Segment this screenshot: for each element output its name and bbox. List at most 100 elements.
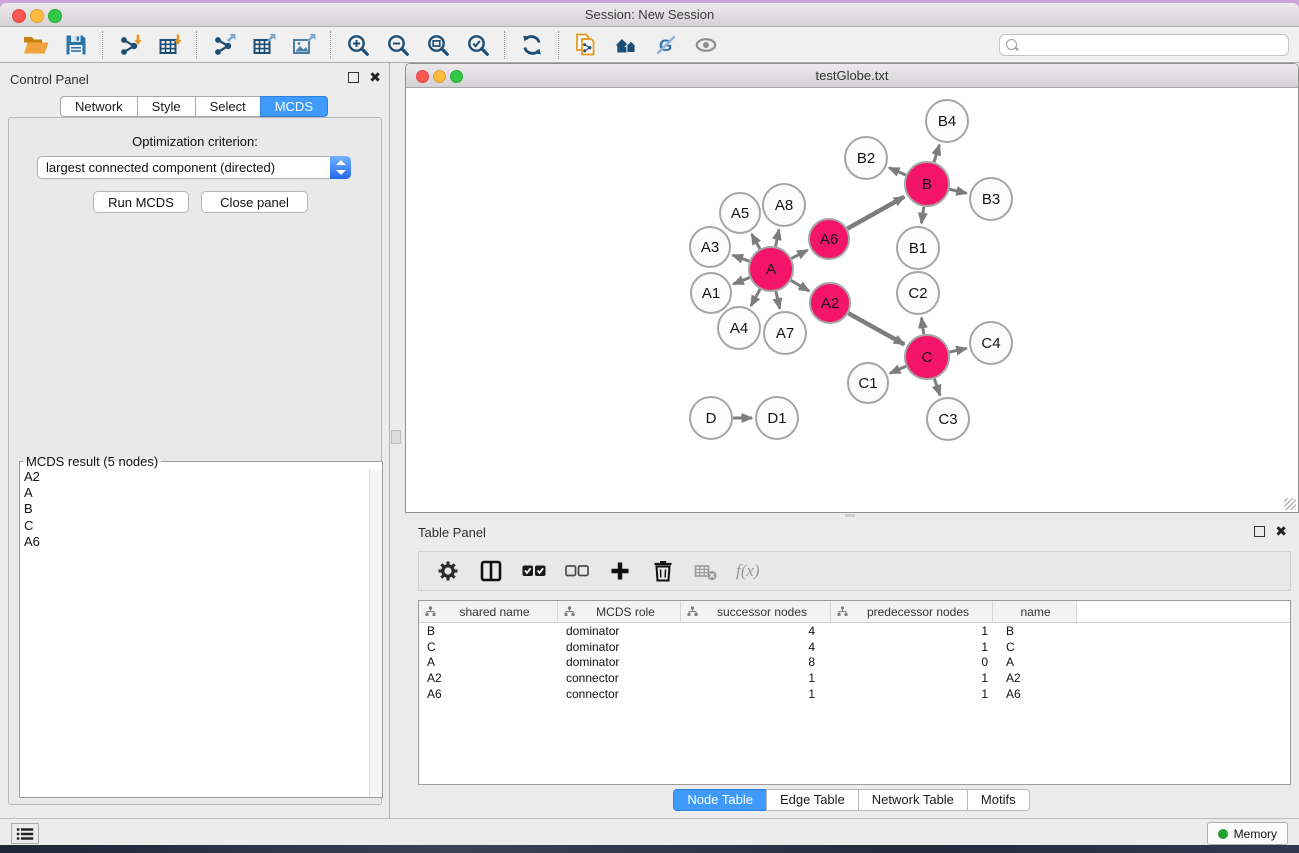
network-canvas[interactable]: AA6A2BCB4B2B3B1A5A8A3A1A4A7C2C4C1C3DD1 (406, 88, 1298, 512)
node-A2[interactable]: A2 (810, 283, 850, 323)
cell-predecessor-nodes[interactable]: 1 (831, 640, 993, 654)
mcds-result-list[interactable]: A2ABCA6 (20, 469, 382, 797)
edge-A-A8[interactable] (776, 229, 779, 246)
close-table-panel-icon[interactable]: ✖ (1275, 525, 1287, 537)
cell-name[interactable]: A2 (993, 671, 1077, 685)
cell-successor-nodes[interactable]: 1 (681, 671, 831, 685)
result-item[interactable]: A6 (20, 534, 382, 550)
edge-A6-B[interactable] (847, 197, 904, 229)
cell-shared-name[interactable]: C (419, 640, 558, 654)
export-network-icon[interactable] (208, 31, 240, 59)
node-B3[interactable]: B3 (970, 178, 1012, 220)
eye-icon[interactable] (690, 31, 722, 59)
cell-MCDS-role[interactable]: dominator (558, 624, 681, 638)
table-row[interactable]: Bdominator41B (419, 623, 1290, 639)
import-table-icon[interactable] (154, 31, 186, 59)
float-table-panel-icon[interactable] (1254, 526, 1265, 537)
tab-mcds[interactable]: MCDS (260, 96, 328, 117)
node-D[interactable]: D (690, 397, 732, 439)
window-resize-grip[interactable] (1284, 498, 1296, 510)
node-B2[interactable]: B2 (845, 137, 887, 179)
edge-C-C2[interactable] (921, 318, 923, 334)
edge-B-B1[interactable] (921, 207, 923, 223)
result-scrollbar[interactable] (369, 469, 382, 797)
open-file-icon[interactable] (20, 31, 52, 59)
result-item[interactable]: A (20, 485, 382, 501)
node-A3[interactable]: A3 (690, 227, 730, 267)
tab-select[interactable]: Select (195, 96, 261, 117)
run-mcds-button[interactable]: Run MCDS (93, 191, 189, 213)
node-table[interactable]: shared nameMCDS rolesuccessor nodesprede… (418, 600, 1291, 785)
node-A7[interactable]: A7 (764, 312, 806, 354)
cell-MCDS-role[interactable]: dominator (558, 655, 681, 669)
close-panel-button[interactable]: Close panel (201, 191, 308, 213)
node-A4[interactable]: A4 (718, 307, 760, 349)
edge-B-B3[interactable] (949, 189, 966, 193)
tab-motifs[interactable]: Motifs (967, 789, 1030, 811)
node-C3[interactable]: C3 (927, 398, 969, 440)
table-row[interactable]: A2connector11A2 (419, 670, 1290, 686)
edge-C-C1[interactable] (890, 366, 906, 373)
edge-B-B2[interactable] (889, 168, 906, 175)
task-history-button[interactable] (11, 823, 39, 844)
cell-successor-nodes[interactable]: 4 (681, 640, 831, 654)
edge-B-B4[interactable] (934, 145, 939, 162)
column-header-shared-name[interactable]: shared name (419, 601, 558, 622)
cell-successor-nodes[interactable]: 1 (681, 687, 831, 701)
node-C1[interactable]: C1 (848, 363, 888, 403)
cell-predecessor-nodes[interactable]: 0 (831, 655, 993, 669)
home-icon[interactable] (610, 31, 642, 59)
split-divider-grip[interactable] (391, 430, 401, 444)
column-header-name[interactable]: name (993, 601, 1077, 622)
node-A5[interactable]: A5 (720, 193, 760, 233)
edge-A-A1[interactable] (733, 278, 749, 285)
export-table-icon[interactable] (248, 31, 280, 59)
cell-name[interactable]: C (993, 640, 1077, 654)
tab-network[interactable]: Network (60, 96, 138, 117)
cell-shared-name[interactable]: B (419, 624, 558, 638)
edge-C-C3[interactable] (934, 379, 940, 396)
node-A8[interactable]: A8 (763, 184, 805, 226)
node-B4[interactable]: B4 (926, 100, 968, 142)
cell-predecessor-nodes[interactable]: 1 (831, 624, 993, 638)
cell-MCDS-role[interactable]: connector (558, 687, 681, 701)
duplicate-network-icon[interactable] (570, 31, 602, 59)
node-B[interactable]: B (905, 162, 949, 206)
cell-shared-name[interactable]: A6 (419, 687, 558, 701)
deselect-all-icon[interactable] (564, 558, 590, 584)
cell-successor-nodes[interactable]: 4 (681, 624, 831, 638)
cell-name[interactable]: A (993, 655, 1077, 669)
cell-successor-nodes[interactable]: 8 (681, 655, 831, 669)
edge-A-A2[interactable] (791, 280, 809, 291)
node-D1[interactable]: D1 (756, 397, 798, 439)
tab-node-table[interactable]: Node Table (673, 789, 767, 811)
cell-MCDS-role[interactable]: connector (558, 671, 681, 685)
table-row[interactable]: Cdominator41C (419, 639, 1290, 655)
edge-C-C4[interactable] (949, 348, 966, 352)
delete-table-icon[interactable] (693, 558, 719, 584)
zoom-out-icon[interactable] (382, 31, 414, 59)
tab-network-table[interactable]: Network Table (858, 789, 968, 811)
cell-MCDS-role[interactable]: dominator (558, 640, 681, 654)
network-window-titlebar[interactable]: testGlobe.txt (406, 64, 1298, 88)
node-B1[interactable]: B1 (897, 227, 939, 269)
edge-A-A5[interactable] (752, 234, 760, 249)
settings-icon[interactable] (435, 558, 461, 584)
zoom-fit-icon[interactable] (422, 31, 454, 59)
column-header-successor-nodes[interactable]: successor nodes (681, 601, 831, 622)
edge-A-A7[interactable] (776, 291, 780, 308)
cell-name[interactable]: B (993, 624, 1077, 638)
node-A1[interactable]: A1 (691, 273, 731, 313)
node-A[interactable]: A (749, 247, 793, 291)
export-image-icon[interactable] (288, 31, 320, 59)
close-panel-icon[interactable]: ✖ (369, 71, 381, 83)
refresh-icon[interactable] (516, 31, 548, 59)
graphics-details-icon[interactable]: G (650, 31, 682, 59)
node-A6[interactable]: A6 (809, 219, 849, 259)
edge-A-A6[interactable] (791, 250, 807, 258)
node-C2[interactable]: C2 (897, 272, 939, 314)
function-builder-icon[interactable]: f(x) (736, 558, 760, 584)
result-item[interactable]: B (20, 501, 382, 517)
columns-icon[interactable] (478, 558, 504, 584)
edge-A2-C[interactable] (848, 313, 904, 344)
